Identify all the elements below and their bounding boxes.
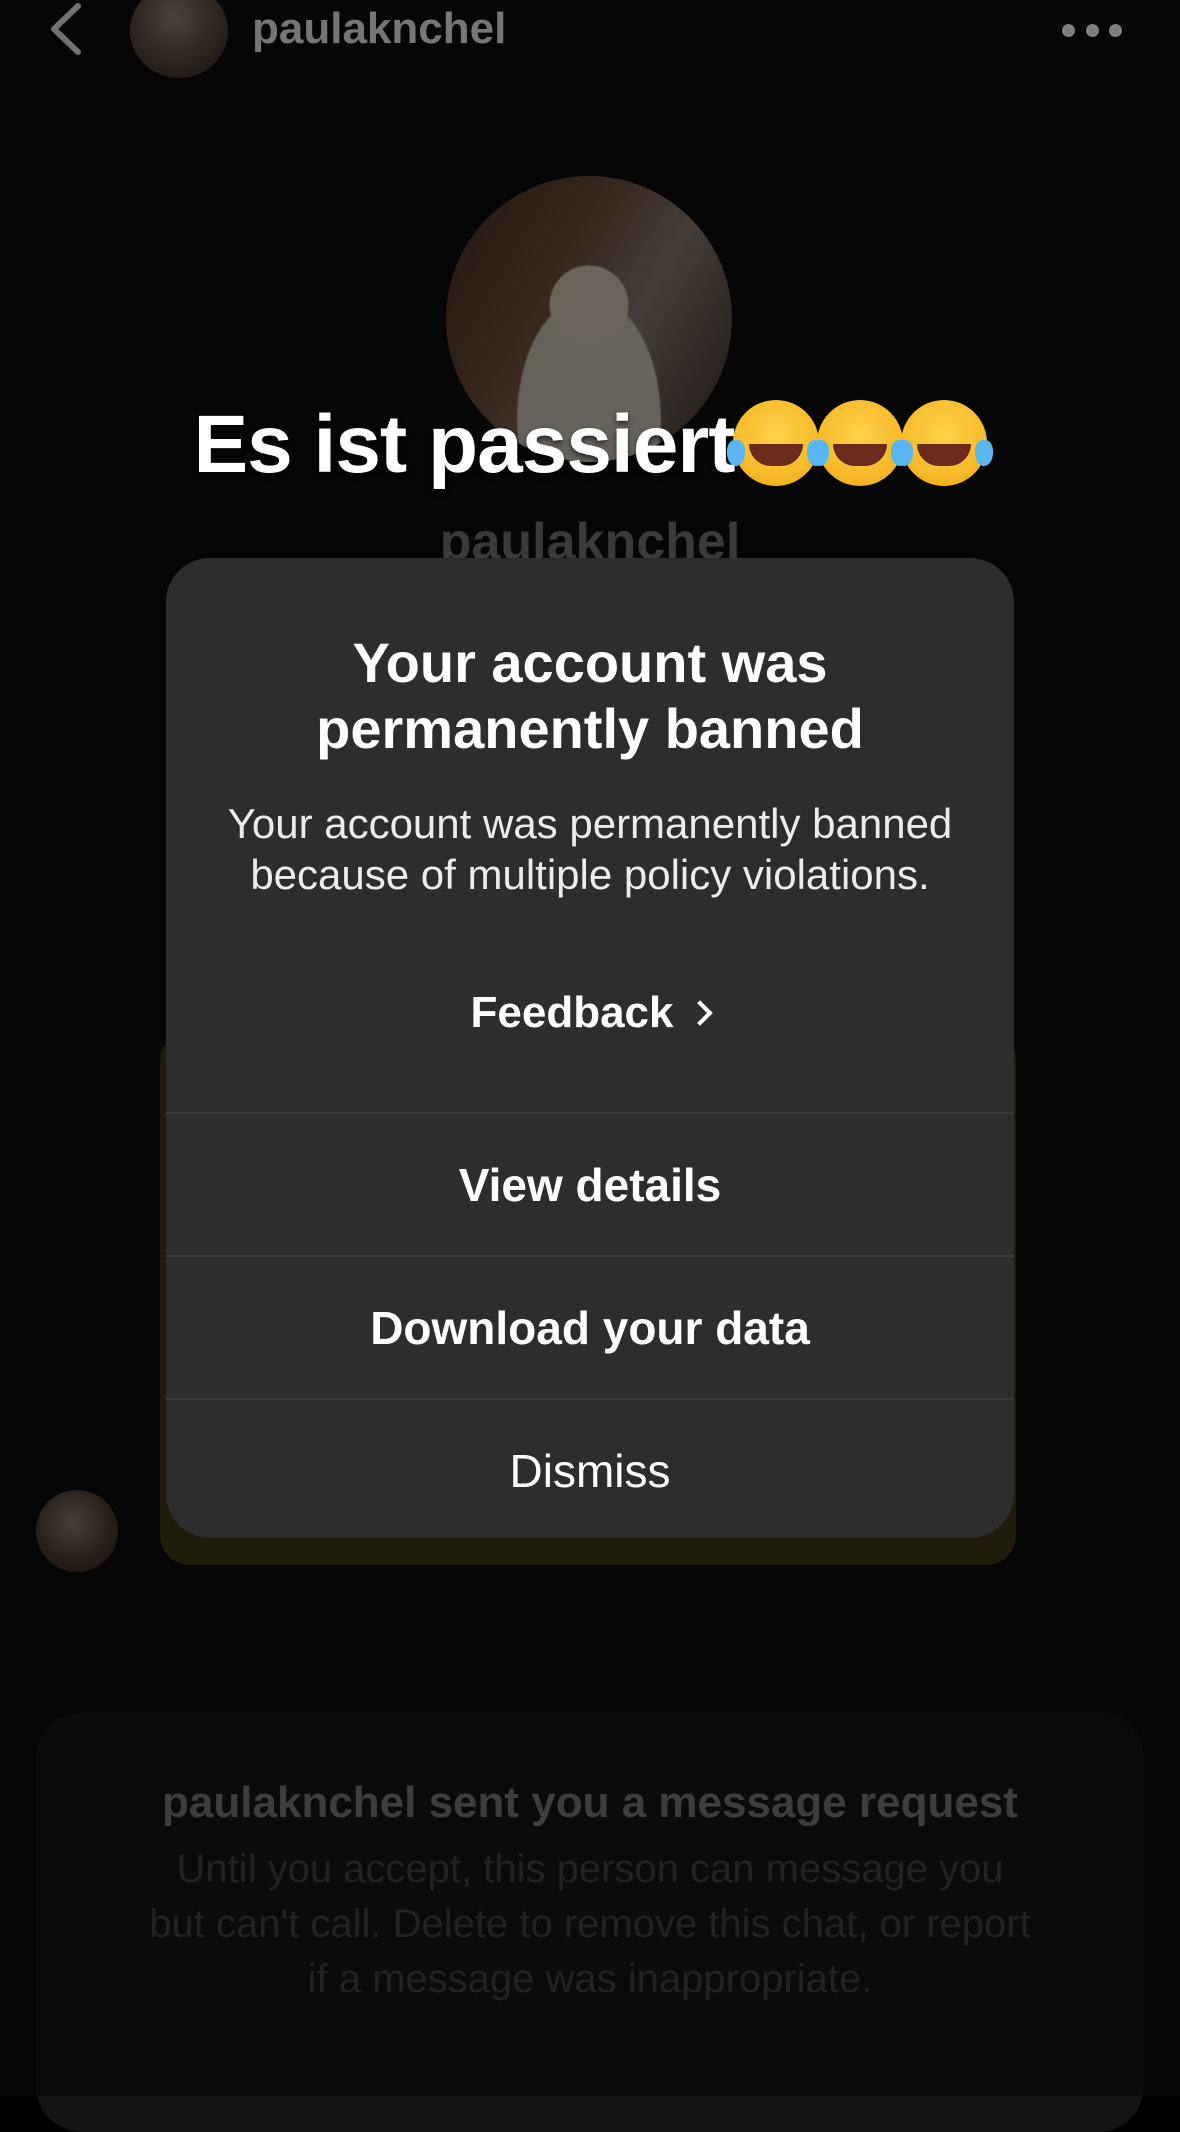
dialog-title: Your account was permanently banned [316, 631, 864, 760]
download-data-button[interactable]: Download your data [166, 1255, 1014, 1399]
laughing-tears-emoji [726, 400, 819, 486]
laughing-tears-emoji [894, 400, 987, 486]
dismiss-button[interactable]: Dismiss [166, 1398, 1014, 1538]
dialog-body: Your account was permanently banned beca… [227, 800, 953, 898]
overlay-caption-text: Es ist passiert [193, 399, 735, 490]
feedback-label: Feedback [470, 988, 674, 1037]
laughing-tears-emoji [810, 400, 903, 486]
overlay-caption: Es ist passiert [0, 398, 1180, 492]
ban-dialog: Your account was permanently banned Your… [166, 558, 1014, 1538]
view-details-button[interactable]: View details [166, 1112, 1014, 1256]
chevron-right-icon [687, 1000, 714, 1026]
feedback-link[interactable]: Feedback [166, 988, 1014, 1038]
